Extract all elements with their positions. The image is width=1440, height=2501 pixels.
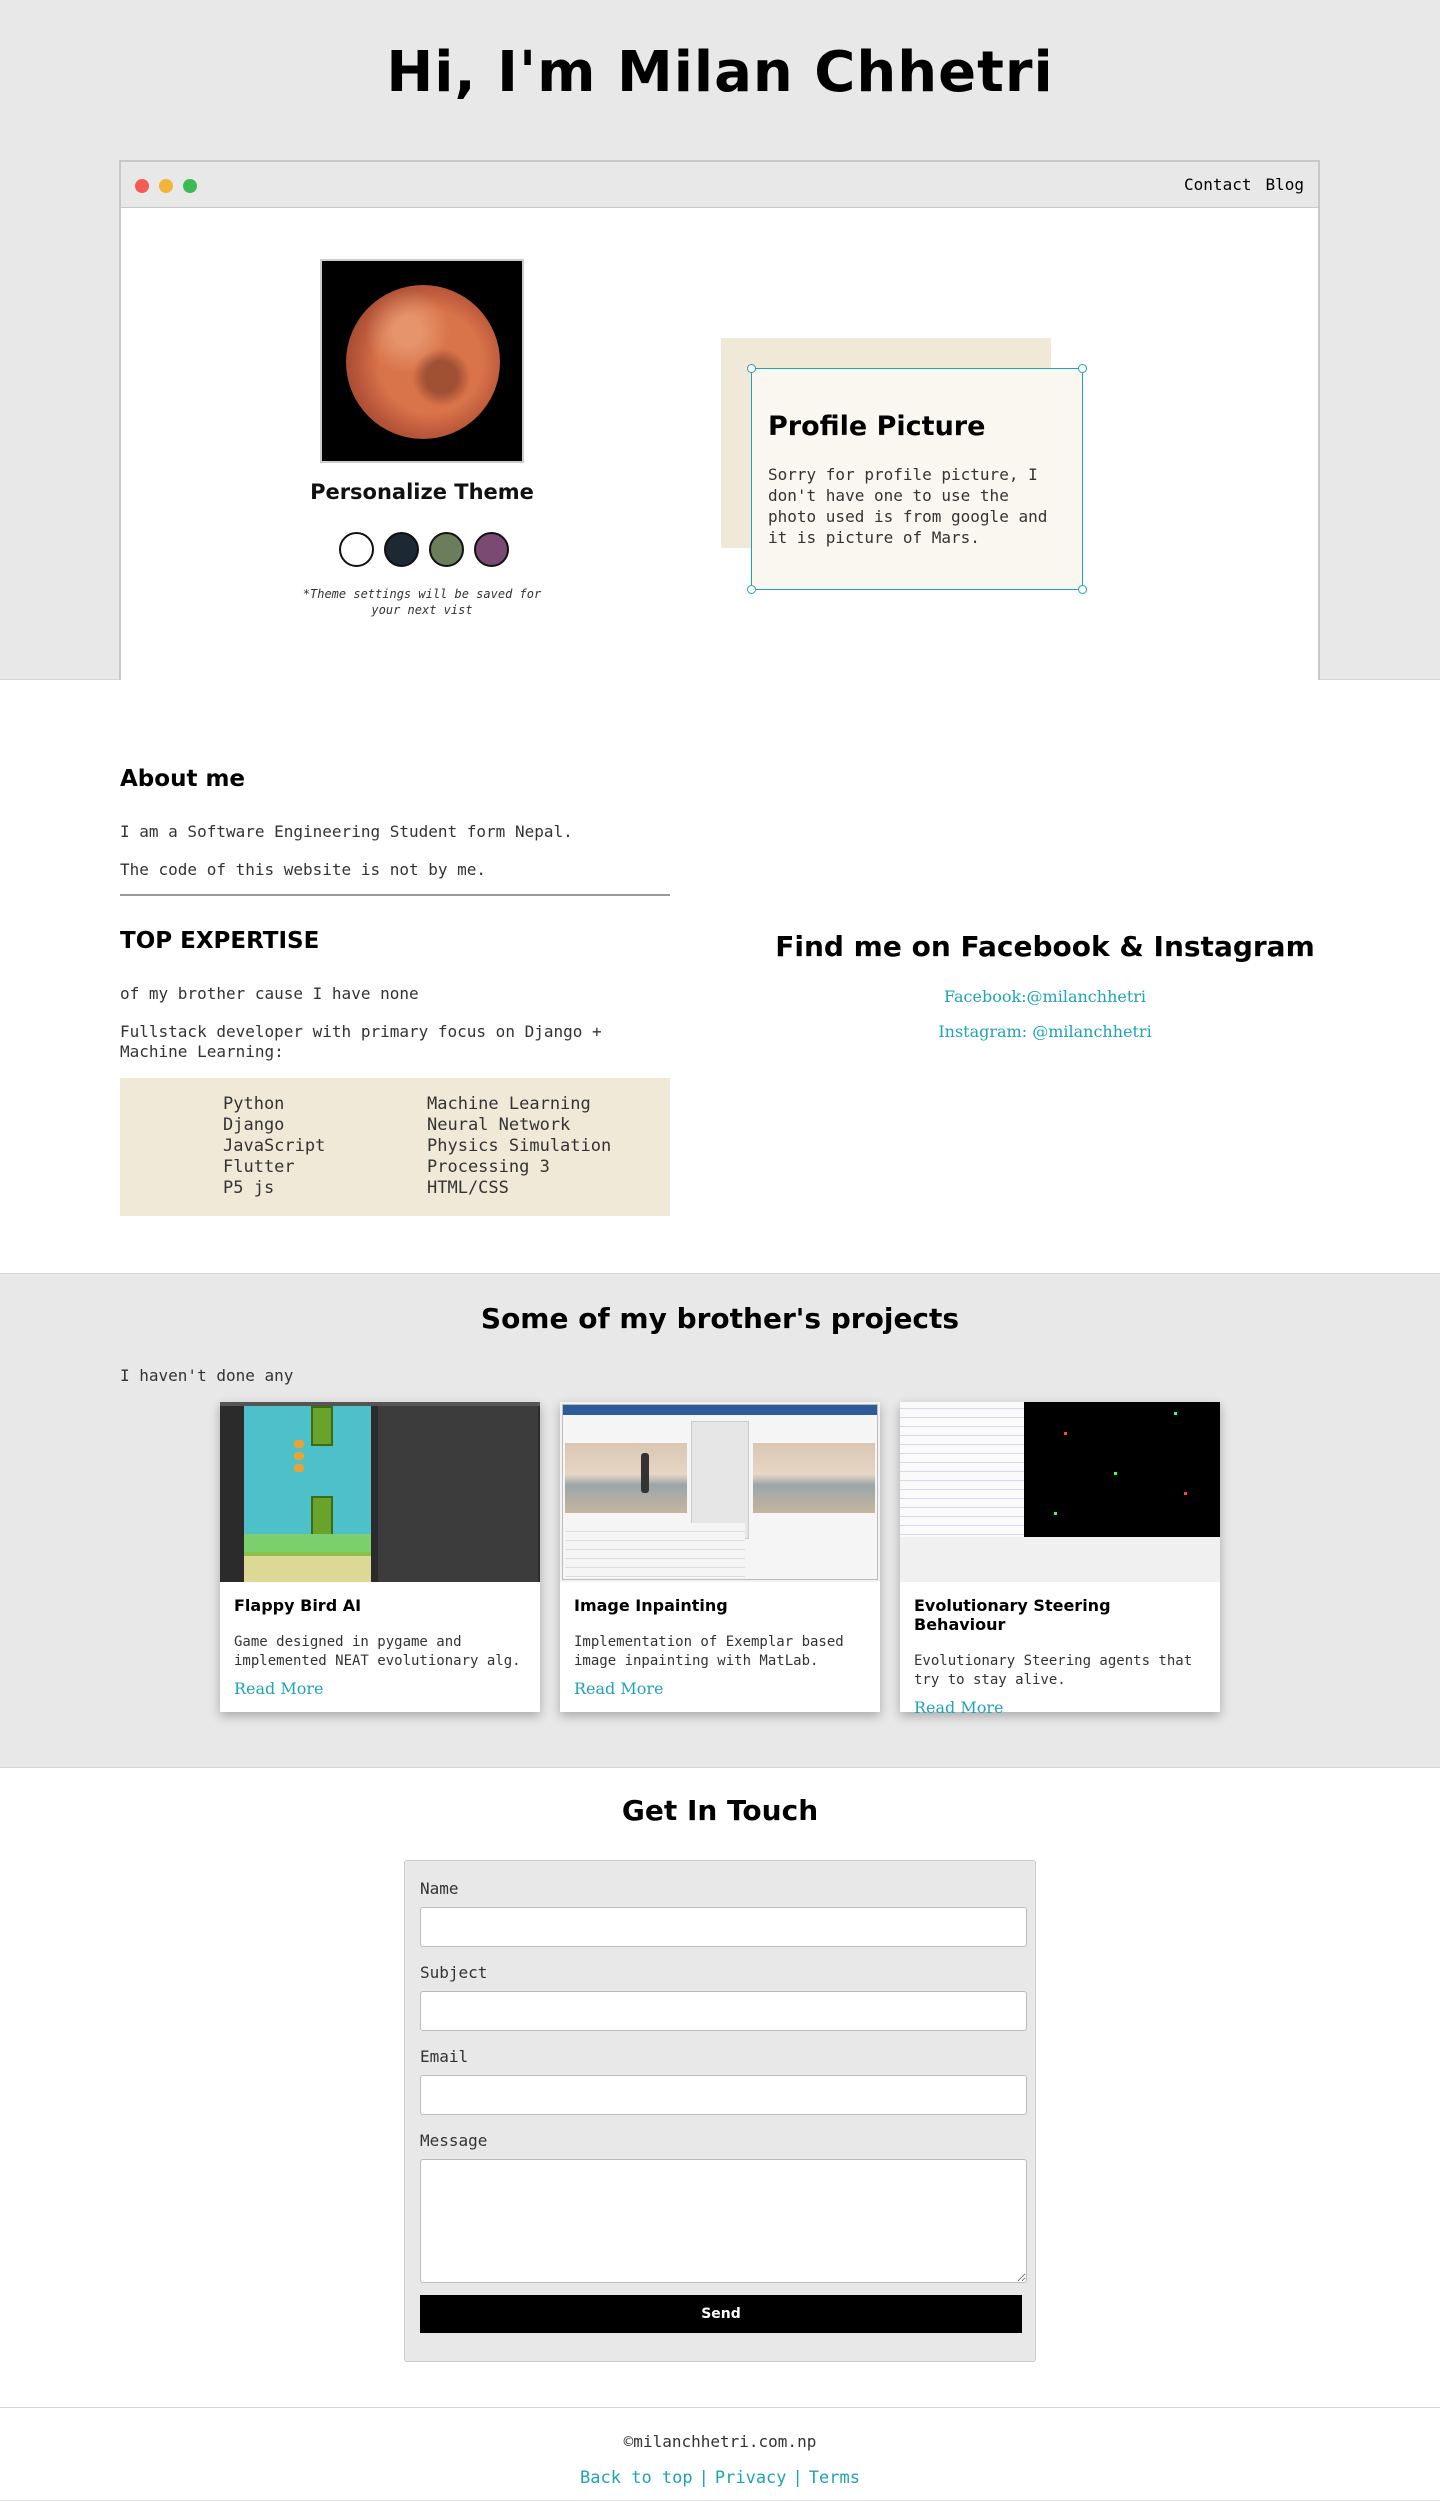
about-section: About me I am a Software Engineering Stu…	[0, 680, 1440, 1274]
skill-item: P5 js	[223, 1178, 275, 1198]
skill-item: Physics Simulation	[427, 1136, 612, 1156]
footer: ©milanchhetri.com.np Back to top | Privacy…	[0, 2408, 1440, 2500]
skill-item: Neural Network	[427, 1115, 571, 1135]
browser-window-mockup: Contact Blog Personalize Theme *Theme se…	[119, 160, 1320, 680]
project-description: Implementation of Exemplar based image i…	[574, 1634, 844, 1669]
skill-item: Processing 3	[427, 1157, 550, 1177]
profile-picture	[320, 259, 524, 463]
personalize-theme-heading: Personalize Theme	[310, 480, 534, 504]
top-nav: Contact Blog	[1184, 175, 1304, 194]
expertise-heading: TOP EXPERTISE	[120, 928, 320, 954]
card-title: Profile Picture	[768, 411, 986, 442]
card-text: Sorry for profile picture, I don't have …	[768, 465, 1048, 547]
about-text: The code of this website is not by me.	[120, 860, 487, 879]
theme-note: *Theme settings will be saved for your n…	[302, 587, 542, 617]
social-heading: Find me on Facebook & Instagram	[775, 930, 1315, 963]
send-button[interactable]: Send	[420, 2295, 1022, 2333]
divider	[120, 894, 670, 896]
project-description: Evolutionary Steering agents that try to…	[914, 1653, 1193, 1688]
expertise-text: of my brother cause I have none	[120, 984, 419, 1003]
theme-swatch-light[interactable]	[339, 532, 374, 567]
project-thumbnail	[220, 1402, 540, 1582]
about-column: About me I am a Software Engineering Stu…	[120, 766, 670, 1216]
instagram-link[interactable]: Instagram: @milanchhetri	[710, 1022, 1380, 1041]
theme-swatches	[339, 532, 509, 567]
project-thumbnail	[560, 1402, 880, 1582]
skill-item: HTML/CSS	[427, 1178, 509, 1198]
project-title: Image Inpainting	[574, 1596, 728, 1615]
read-more-link[interactable]: Read More	[914, 1698, 1206, 1717]
read-more-link[interactable]: Read More	[574, 1679, 866, 1698]
facebook-link[interactable]: Facebook:@milanchhetri	[710, 987, 1380, 1006]
theme-swatch-dark[interactable]	[384, 532, 419, 567]
window-minimize-dot	[159, 179, 173, 193]
hero-section: Hi, I'm Milan Chhetri Contact Blog Perso…	[0, 0, 1440, 680]
name-label: Name	[420, 1879, 459, 1898]
profile-picture-card: Profile Picture Sorry for profile pictur…	[747, 364, 1087, 594]
skills-list-right: Machine Learning Neural Network Physics …	[427, 1094, 631, 1216]
email-label: Email	[420, 2047, 469, 2066]
resize-handle	[1078, 585, 1087, 594]
project-title: Flappy Bird AI	[234, 1596, 362, 1615]
window-maximize-dot	[183, 179, 197, 193]
project-card-steering-behaviour: Evolutionary Steering Behaviour Evolutio…	[900, 1402, 1220, 1717]
browser-titlebar: Contact Blog	[121, 162, 1318, 208]
about-heading: About me	[120, 766, 246, 792]
subject-field[interactable]	[420, 1991, 1027, 2031]
resize-handle	[747, 585, 756, 594]
back-to-top-link[interactable]: Back to top	[580, 2468, 693, 2488]
terms-link[interactable]: Terms	[809, 2468, 860, 2488]
message-label: Message	[420, 2131, 488, 2150]
expertise-text: Fullstack developer with primary focus o…	[120, 1022, 602, 1061]
contact-section: Get In Touch Name Subject Email Message …	[0, 1768, 1440, 2408]
skill-item: Django	[223, 1115, 285, 1135]
projects-section: Some of my brother's projects I haven't …	[0, 1274, 1440, 1768]
contact-form: Name Subject Email Message Send	[404, 1860, 1036, 2362]
nav-link-blog[interactable]: Blog	[1265, 175, 1304, 194]
copyright: ©milanchhetri.com.np	[623, 2432, 817, 2451]
page-title: Hi, I'm Milan Chhetri	[386, 40, 1054, 105]
privacy-link[interactable]: Privacy	[715, 2468, 787, 2488]
theme-swatch-purple[interactable]	[474, 532, 509, 567]
resize-handle	[1078, 364, 1087, 373]
about-text: I am a Software Engineering Student form…	[120, 822, 573, 841]
contact-heading: Get In Touch	[621, 1794, 819, 1827]
mars-image	[346, 285, 500, 439]
name-field[interactable]	[420, 1907, 1027, 1947]
skill-item: Machine Learning	[427, 1094, 591, 1114]
read-more-link[interactable]: Read More	[234, 1679, 526, 1698]
resize-handle	[747, 364, 756, 373]
social-column: Find me on Facebook & Instagram Facebook…	[710, 930, 1380, 1041]
project-description: Game designed in pygame and implemented …	[234, 1634, 521, 1669]
email-field[interactable]	[420, 2075, 1027, 2115]
footer-links: Back to top | Privacy | Terms	[0, 2468, 1440, 2488]
skills-list-left: Python Django JavaScript Flutter P5 js	[223, 1094, 427, 1216]
projects-heading: Some of my brother's projects	[480, 1302, 960, 1335]
theme-swatch-green[interactable]	[429, 532, 464, 567]
project-card-flappy-bird: Flappy Bird AI Game designed in pygame a…	[220, 1402, 540, 1712]
skill-item: JavaScript	[223, 1136, 326, 1156]
nav-link-contact[interactable]: Contact	[1184, 175, 1251, 194]
footer-separator: |	[698, 2468, 709, 2488]
skill-item: Python	[223, 1094, 285, 1114]
projects-subtitle: I haven't done any	[120, 1366, 294, 1385]
skill-item: Flutter	[223, 1157, 295, 1177]
message-field[interactable]	[420, 2159, 1027, 2283]
project-thumbnail	[900, 1402, 1220, 1582]
skills-box: Python Django JavaScript Flutter P5 js M…	[120, 1078, 670, 1216]
subject-label: Subject	[420, 1963, 488, 1982]
footer-separator: |	[792, 2468, 803, 2488]
window-close-dot	[135, 179, 149, 193]
project-card-image-inpainting: Image Inpainting Implementation of Exemp…	[560, 1402, 880, 1712]
project-title: Evolutionary Steering Behaviour	[914, 1596, 1111, 1634]
